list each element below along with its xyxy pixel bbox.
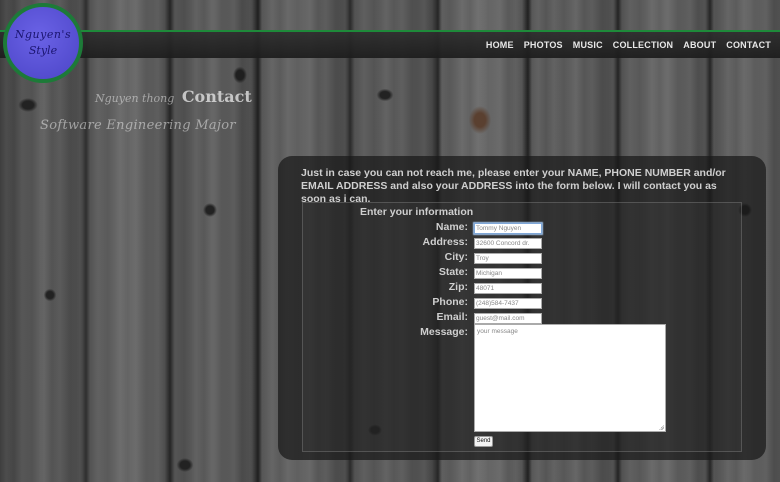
state-label: State:: [438, 266, 468, 278]
nav-music[interactable]: MUSIC: [573, 40, 603, 50]
form-heading: Enter your information: [360, 206, 474, 218]
contact-intro-text: Just in case you can not reach me, pleas…: [301, 167, 726, 205]
email-label: Email:: [436, 311, 468, 323]
resize-handle-icon[interactable]: [659, 425, 664, 430]
state-field[interactable]: Michigan: [474, 268, 542, 279]
site-logo[interactable]: Nguyen's Style: [3, 3, 83, 83]
phone-field[interactable]: (248)584-7437: [474, 298, 542, 309]
city-label: City:: [444, 251, 468, 263]
city-field[interactable]: Troy: [474, 253, 542, 264]
zip-field[interactable]: 48071: [474, 283, 542, 294]
send-button[interactable]: Send: [474, 436, 493, 447]
nav-home[interactable]: HOME: [486, 40, 514, 50]
page-title: Contact: [181, 87, 252, 106]
nav-contact[interactable]: CONTACT: [726, 40, 771, 50]
nav-photos[interactable]: PHOTOS: [524, 40, 563, 50]
logo-text-name: Nguyen's: [14, 27, 72, 41]
name-label: Name:: [435, 221, 468, 233]
main-nav: HOME PHOTOS MUSIC COLLECTION ABOUT CONTA…: [486, 32, 771, 58]
page-header: Nguyen thong Contact: [95, 87, 252, 106]
email-field[interactable]: guest@mail.com: [474, 313, 542, 324]
zip-label: Zip:: [448, 281, 468, 293]
page-subtitle: Software Engineering Major: [40, 118, 236, 133]
address-label: Address:: [422, 236, 468, 248]
message-placeholder: your message: [477, 328, 518, 335]
nav-collection[interactable]: COLLECTION: [613, 40, 674, 50]
name-field[interactable]: Tommy Nguyen: [474, 223, 542, 234]
address-field[interactable]: 32600 Concord dr.: [474, 238, 542, 249]
message-textarea[interactable]: your message: [474, 324, 666, 432]
nav-about[interactable]: ABOUT: [683, 40, 716, 50]
owner-name: Nguyen thong: [95, 92, 175, 105]
message-label: Message:: [420, 326, 468, 338]
logo-text-style: Style: [28, 44, 58, 57]
phone-label: Phone:: [432, 296, 468, 308]
